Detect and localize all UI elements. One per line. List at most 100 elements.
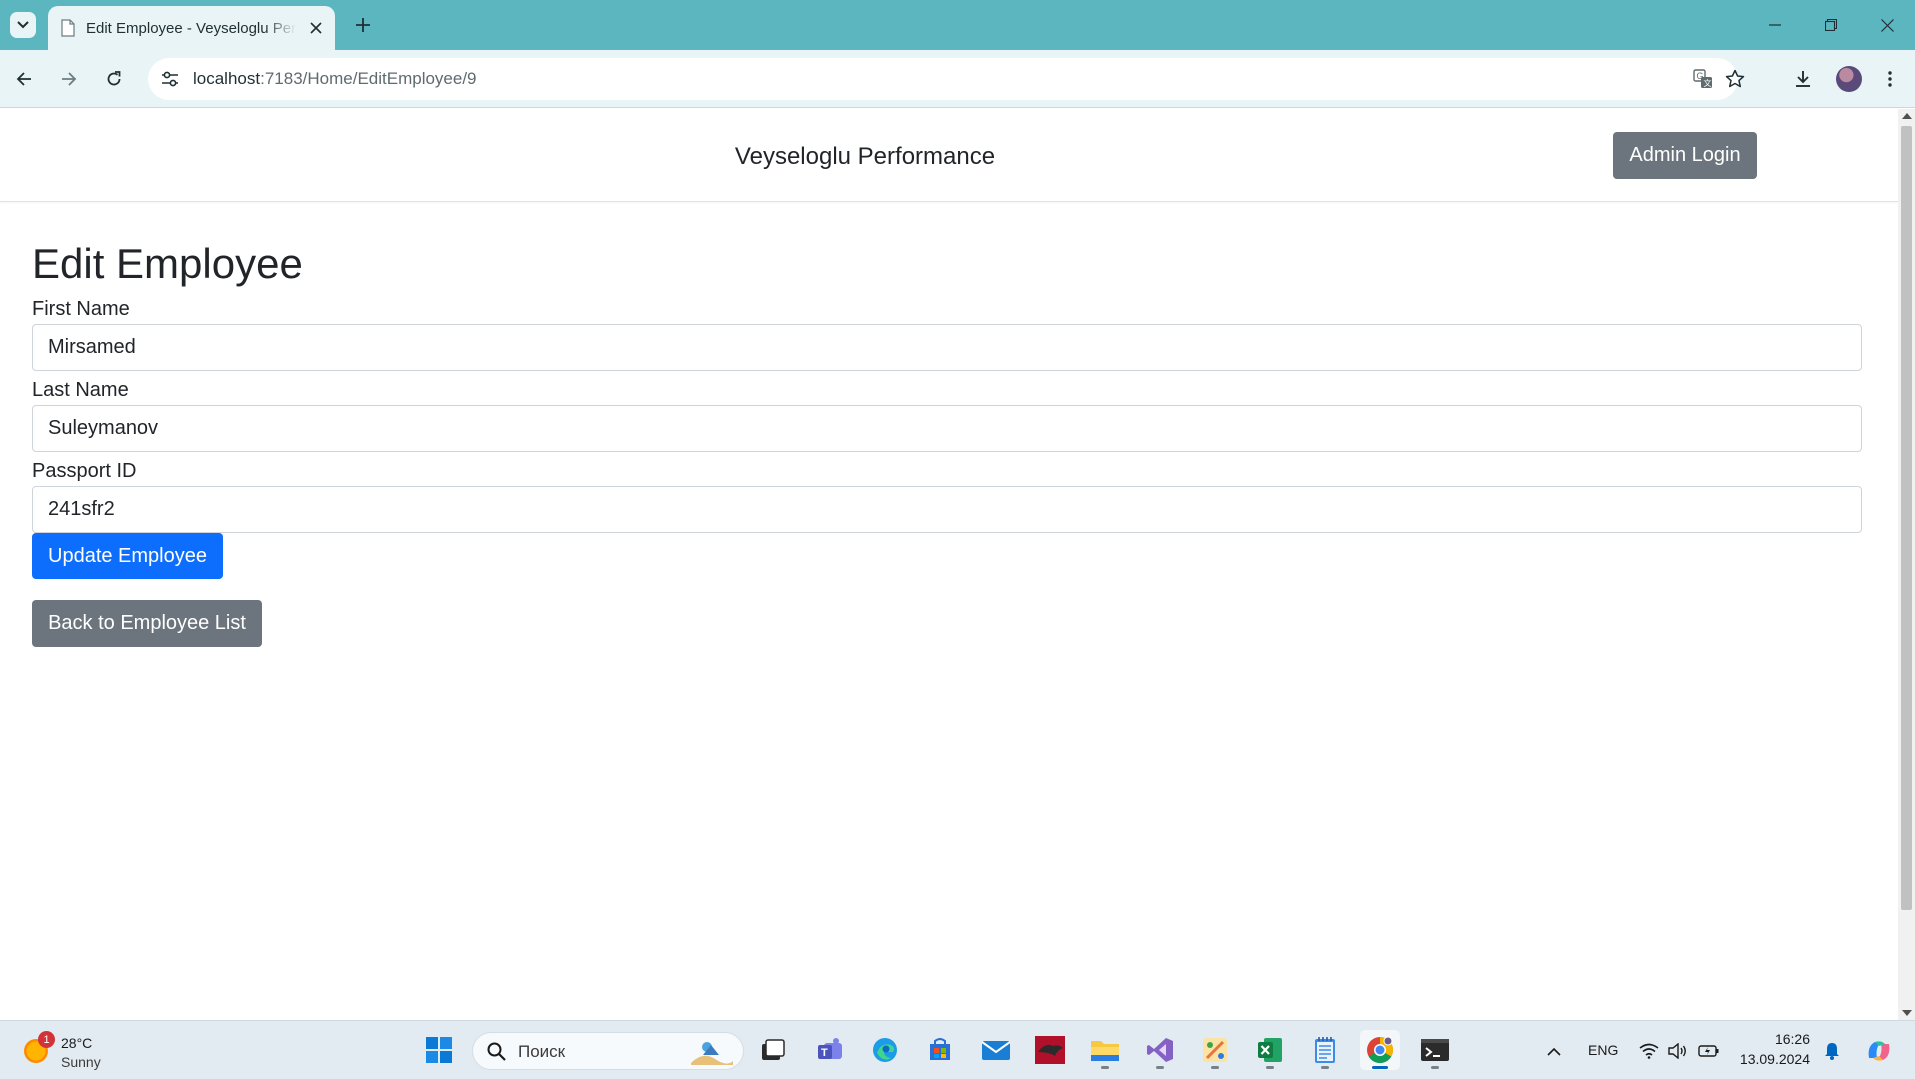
- scroll-up-arrow-icon[interactable]: [1902, 113, 1912, 119]
- translate-icon: G文: [1693, 69, 1712, 88]
- address-bar[interactable]: localhost:7183/Home/EditEmployee/9 G文: [148, 58, 1745, 100]
- battery-icon: [1698, 1045, 1719, 1057]
- last-name-input[interactable]: [32, 405, 1862, 453]
- back-button[interactable]: [8, 63, 40, 95]
- excel-icon: [1258, 1038, 1282, 1062]
- clock-date: 13.09.2024: [1739, 1051, 1810, 1067]
- taskbar-app-teams[interactable]: T: [810, 1030, 850, 1070]
- browser-tab-active[interactable]: Edit Employee - Veyseloglu Performance: [48, 6, 335, 50]
- taskbar-search[interactable]: Поиск: [472, 1032, 744, 1070]
- bookmark-button[interactable]: [1720, 64, 1750, 94]
- show-hidden-icons-button[interactable]: [1543, 1040, 1565, 1062]
- first-name-input[interactable]: [32, 324, 1862, 372]
- task-view-icon: [762, 1039, 785, 1060]
- bell-icon: [1825, 1043, 1839, 1060]
- arrow-left-icon: [16, 72, 31, 86]
- restore-icon: [1825, 19, 1837, 31]
- taskbar-app-task-view[interactable]: [753, 1030, 793, 1070]
- page-scrollbar[interactable]: [1898, 109, 1915, 1020]
- teams-icon: T: [818, 1038, 842, 1059]
- tune-icon: [162, 71, 178, 87]
- running-indicator: [1101, 1066, 1109, 1069]
- mail-icon: [981, 1041, 1011, 1060]
- passport-id-input[interactable]: [32, 486, 1862, 534]
- search-placeholder: Поиск: [518, 1042, 566, 1061]
- plus-icon: [356, 18, 370, 32]
- new-tab-button[interactable]: [350, 12, 376, 38]
- taskbar-app-mail[interactable]: [976, 1030, 1016, 1070]
- page-favicon-icon: [61, 19, 75, 37]
- active-indicator: [1372, 1066, 1388, 1069]
- weather-widget[interactable]: 1 28°C Sunny: [20, 1029, 150, 1073]
- taskbar-app-excel[interactable]: [1250, 1030, 1290, 1070]
- visual-studio-icon: [1147, 1038, 1173, 1062]
- page-title: Edit Employee: [32, 240, 303, 287]
- minimize-icon: [1769, 24, 1781, 26]
- taskbar-app-notepad[interactable]: [1305, 1030, 1345, 1070]
- close-window-button[interactable]: [1864, 8, 1910, 42]
- chrome-icon: [1367, 1036, 1394, 1064]
- restore-button[interactable]: [1808, 8, 1854, 42]
- url-host: localhost: [193, 69, 261, 88]
- tab-title: Edit Employee - Veyseloglu Performance: [86, 19, 296, 37]
- taskbar-app-file-explorer[interactable]: [1085, 1030, 1125, 1070]
- copilot-icon: [1868, 1041, 1890, 1061]
- notepad-icon: [1315, 1037, 1335, 1063]
- taskbar-app-paint[interactable]: [1195, 1030, 1235, 1070]
- tab-close-button[interactable]: [307, 19, 325, 37]
- taskbar-app-visual-studio[interactable]: [1140, 1030, 1180, 1070]
- windows-taskbar: 1 28°C Sunny Поиск T ENG 16:26 13.09.202…: [0, 1020, 1915, 1079]
- running-indicator: [1431, 1066, 1439, 1069]
- site-brand[interactable]: Veyseloglu Performance: [0, 143, 1730, 171]
- scroll-down-arrow-icon[interactable]: [1902, 1010, 1912, 1016]
- wifi-icon: [1639, 1043, 1659, 1059]
- taskbar-app-terminal[interactable]: [1415, 1030, 1455, 1070]
- update-employee-button[interactable]: Update Employee: [32, 533, 223, 580]
- svg-text:文: 文: [1704, 78, 1712, 88]
- taskbar-app-edge[interactable]: [865, 1030, 905, 1070]
- edit-employee-form-container: Edit Employee First Name Last Name Passp…: [32, 239, 1862, 648]
- url-path: :7183/Home/EditEmployee/9: [260, 69, 477, 88]
- notifications-button[interactable]: [1821, 1040, 1843, 1062]
- windows-start-icon: [426, 1037, 452, 1063]
- site-navbar: Veyseloglu Performance Admin Login: [0, 109, 1898, 202]
- taskbar-app-chrome[interactable]: [1360, 1030, 1400, 1070]
- browser-tab-bar: Edit Employee - Veyseloglu Performance: [0, 0, 1915, 50]
- running-indicator: [1321, 1066, 1329, 1069]
- system-clock[interactable]: 16:26 13.09.2024: [1728, 1029, 1810, 1069]
- battery-status[interactable]: [1698, 1040, 1720, 1062]
- avatar: [1836, 66, 1862, 92]
- weather-temperature: 28°C: [61, 1035, 93, 1051]
- admin-login-button[interactable]: Admin Login: [1613, 132, 1757, 179]
- taskbar-app-sql-server[interactable]: [1030, 1030, 1070, 1070]
- profile-button[interactable]: [1833, 63, 1865, 95]
- reload-button[interactable]: [98, 63, 130, 95]
- first-name-label: First Name: [32, 298, 130, 321]
- minimize-button[interactable]: [1752, 8, 1798, 42]
- browser-toolbar: localhost:7183/Home/EditEmployee/9 G文: [0, 50, 1915, 108]
- wifi-status[interactable]: [1638, 1040, 1660, 1062]
- running-indicator: [1156, 1066, 1164, 1069]
- notification-badge: 1: [38, 1031, 55, 1048]
- search-icon: [487, 1042, 506, 1061]
- scroll-thumb[interactable]: [1901, 126, 1912, 910]
- forward-button[interactable]: [53, 63, 85, 95]
- downloads-button[interactable]: [1787, 63, 1819, 95]
- edit-employee-form: First Name Last Name Passport ID Update …: [32, 295, 1862, 580]
- taskbar-app-store[interactable]: [920, 1030, 960, 1070]
- start-button[interactable]: [419, 1030, 459, 1070]
- site-info-button[interactable]: [154, 63, 186, 95]
- tab-search-button[interactable]: [10, 12, 36, 38]
- language-indicator[interactable]: ENG: [1588, 1042, 1618, 1058]
- copilot-button[interactable]: [1864, 1037, 1894, 1065]
- running-indicator: [1211, 1066, 1219, 1069]
- clock-time: 16:26: [1774, 1031, 1810, 1047]
- url-text: localhost:7183/Home/EditEmployee/9: [193, 69, 477, 89]
- browser-menu-button[interactable]: [1874, 63, 1906, 95]
- translate-button[interactable]: G文: [1688, 64, 1718, 94]
- volume-status[interactable]: [1667, 1040, 1689, 1062]
- download-icon: [1796, 71, 1810, 87]
- back-to-list-button[interactable]: Back to Employee List: [32, 600, 262, 648]
- passport-id-label: Passport ID: [32, 460, 137, 483]
- reload-icon: [107, 71, 121, 86]
